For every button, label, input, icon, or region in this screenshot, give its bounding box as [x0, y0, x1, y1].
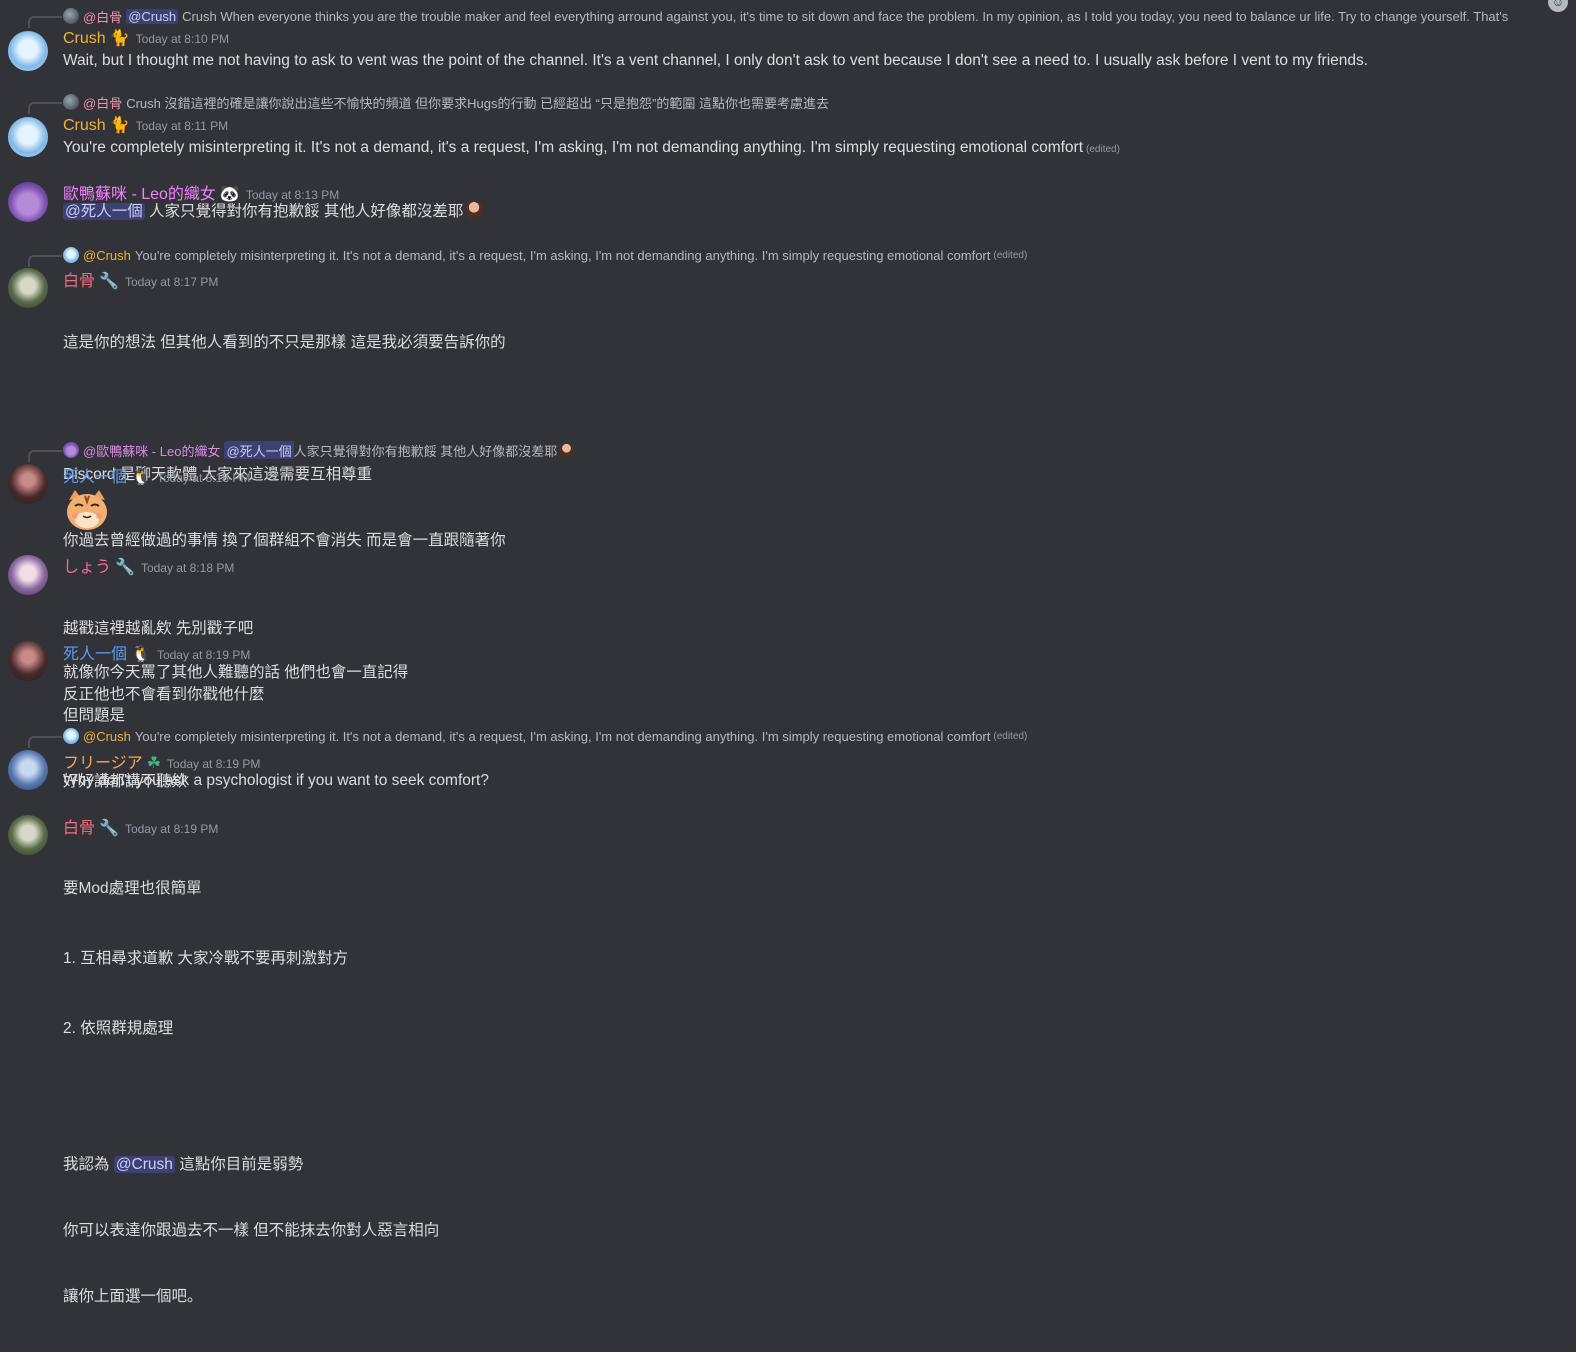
message-text: 我認為 [63, 1156, 114, 1173]
reply-avatar [63, 8, 79, 24]
reply-text: 人家只覺得對你有抱歉餒 其他人好像都沒差耶 [293, 443, 558, 459]
reply-spine [28, 102, 62, 114]
list-item: 2. 依照群規處理 [63, 1020, 174, 1037]
username[interactable]: 死人一個 [63, 463, 127, 487]
reply-author[interactable]: @白骨 [83, 7, 122, 25]
user-mention[interactable]: @死人一個 [63, 203, 145, 220]
reply-author[interactable]: @白骨 [83, 93, 122, 111]
message-content: You're completely misinterpreting it. It… [63, 137, 1120, 161]
timestamp[interactable]: Today at 8:19 PM [167, 757, 260, 771]
reply-text: You're completely misinterpreting it. It… [134, 728, 991, 744]
reply-author[interactable]: @Crush [83, 248, 131, 263]
avatar[interactable] [8, 641, 48, 681]
reply-text: Crush 沒錯這裡的確是讓你說出這些不愉快的頻道 但你要求Hugs的行動 已經… [126, 95, 829, 111]
reply-text: Crush When everyone thinks you are the t… [182, 8, 1509, 24]
reply-preview[interactable]: @歐鴨蘇咪 - Leo的織女 @死人一個 人家只覺得對你有抱歉餒 其他人好像都沒… [63, 441, 1533, 459]
avatar[interactable] [8, 31, 48, 71]
message-header: 死人一個 🐧 Today at 8:18 PM [63, 463, 250, 487]
reply-mention[interactable]: @死人一個 [224, 441, 294, 459]
message-line: 讓你上面選一個吧。 [63, 1288, 203, 1305]
reply-avatar [63, 247, 79, 263]
message-content: Why don't you ask a psychologist if you … [63, 772, 489, 789]
timestamp[interactable]: Today at 8:17 PM [125, 275, 218, 289]
timestamp[interactable]: Today at 8:10 PM [136, 32, 229, 46]
timestamp[interactable]: Today at 8:11 PM [136, 119, 229, 133]
reply-preview[interactable]: @Crush You're completely misinterpreting… [63, 246, 1533, 264]
reply-preview[interactable]: @白骨 @Crush Crush When everyone thinks yo… [63, 7, 1533, 25]
avatar[interactable] [8, 117, 48, 157]
reply-mention[interactable]: @Crush [126, 8, 179, 24]
message-line: 要Mod處理也很簡單 [63, 880, 202, 897]
message-line: 我認為 @Crush 這點你目前是弱勢 [63, 1154, 439, 1176]
list-item: 1. 互相尋求道歉 大家冷戰不要再刺激對方 [63, 950, 349, 967]
custom-emoji-icon [559, 442, 575, 458]
message-line: 你過去曾經做過的事情 換了個群組不會消失 而是會一直跟隨著你 [63, 532, 506, 549]
reply-avatar [63, 728, 79, 744]
reply-preview[interactable]: @Crush You're completely misinterpreting… [63, 727, 1533, 745]
reply-spine [28, 736, 62, 748]
reply-text: You're completely misinterpreting it. It… [134, 247, 991, 263]
edited-tag: (edited) [1086, 144, 1120, 155]
message-header: Crush 🐈 Today at 8:10 PM [63, 30, 229, 48]
avatar[interactable] [8, 464, 48, 504]
reply-avatar [63, 442, 79, 458]
message-line [63, 398, 506, 420]
reply-avatar [63, 94, 79, 110]
message-content: 要Mod處理也很簡單 1. 互相尋求道歉 大家冷戰不要再刺激對方 2. 依照群規… [63, 834, 439, 1352]
message-header: Crush 🐈 Today at 8:11 PM [63, 117, 228, 135]
reply-author[interactable]: @歐鴨蘇咪 - Leo的織女 [83, 441, 220, 459]
avatar[interactable] [8, 750, 48, 790]
message-content: @死人一個 人家只覺得對你有抱歉餒 其他人好像都沒差耶 [63, 201, 484, 223]
timestamp[interactable]: Today at 8:18 PM [141, 561, 234, 575]
username[interactable]: Crush [63, 30, 106, 48]
penguin-icon: 🐧 [131, 469, 151, 486]
edited-tag: (edited) [993, 730, 1028, 742]
avatar[interactable] [8, 268, 48, 308]
timestamp[interactable]: Today at 8:13 PM [246, 188, 339, 202]
cat-emoji-icon: 🐈 [109, 117, 130, 134]
message-line: 越戳這裡越亂欸 先別戳子吧 [63, 620, 254, 637]
message-text: 人家只覺得對你有抱歉餒 其他人好像都沒差耶 [144, 203, 464, 220]
message-text: You're completely misinterpreting it. It… [63, 139, 1084, 156]
reply-spine [28, 255, 62, 267]
reply-spine [28, 450, 62, 462]
avatar[interactable] [8, 815, 48, 855]
reply-preview[interactable]: @白骨 Crush 沒錯這裡的確是讓你說出這些不愉快的頻道 但你要求Hugs的行… [63, 93, 1533, 111]
message-line: 但問題是 [63, 707, 126, 724]
custom-emoji-icon [465, 201, 484, 219]
timestamp[interactable]: Today at 8:18 PM [157, 471, 250, 485]
message-line: 這是你的想法 但其他人看到的不只是那樣 這是我必須要告訴你的 [63, 334, 506, 351]
reply-spine [28, 16, 62, 28]
message-line: 你可以表達你跟過去不一樣 但不能抹去你對人惡言相向 [63, 1222, 440, 1239]
tiger-sticker-emoji-icon [67, 490, 107, 530]
add-reaction-icon[interactable]: ☺ [1548, 0, 1568, 12]
user-mention[interactable]: @Crush [113, 1156, 175, 1173]
avatar[interactable] [8, 555, 48, 595]
timestamp[interactable]: Today at 8:19 PM [157, 648, 250, 662]
username[interactable]: Crush [63, 117, 106, 135]
reply-author[interactable]: @Crush [83, 729, 131, 744]
cat-emoji-icon: 🐈 [109, 30, 130, 47]
message-line [63, 1084, 439, 1110]
edited-tag: (edited) [993, 249, 1028, 261]
message-text: 這點你目前是弱勢 [174, 1156, 304, 1173]
message-content: Wait, but I thought me not having to ask… [63, 52, 1369, 69]
avatar[interactable] [8, 182, 48, 222]
